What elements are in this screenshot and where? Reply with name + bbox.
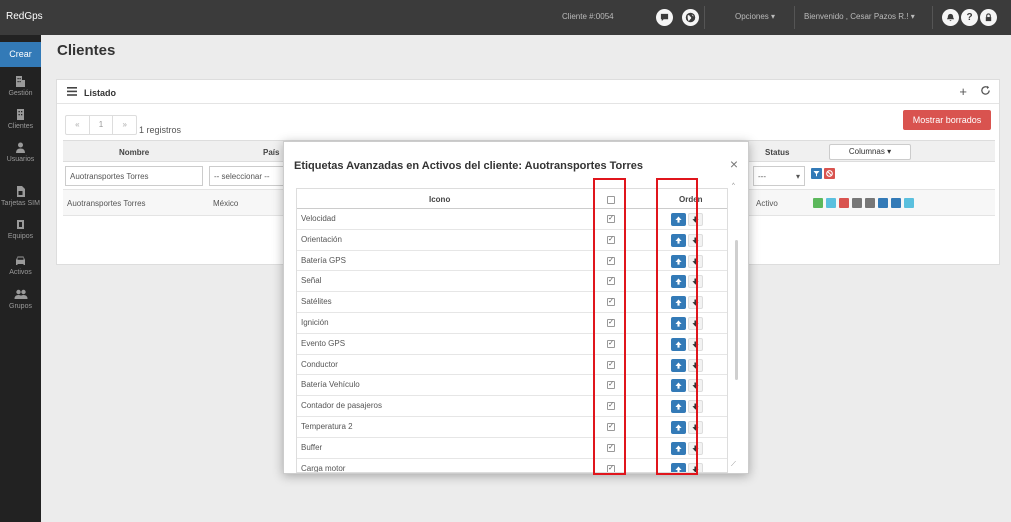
panel-header: Listado + [57,80,999,104]
home-icon[interactable] [839,198,849,208]
view-icon[interactable] [813,198,823,208]
add-icon[interactable]: + [959,84,967,99]
cell-pais: México [213,199,239,208]
highlight-checkbox-column [593,178,626,475]
car-icon [0,254,41,267]
col-status[interactable]: Status [765,148,789,157]
cell-nombre: Auotransportes Torres [67,199,146,208]
pager-prev[interactable]: « [66,116,89,134]
sidebar-item-grupos[interactable]: Grupos [0,288,41,310]
panel-title: Listado [84,88,117,98]
label-name: Batería GPS [301,255,346,265]
separator [704,6,705,29]
col-icono: Icono [429,195,451,204]
card-icon[interactable] [852,198,862,208]
pais-filter-select[interactable]: -- seleccionar -- [209,166,287,186]
modal-title: Etiquetas Avanzadas en Activos del clien… [294,160,644,172]
sim-icon [0,185,41,198]
label-name: Contador de pasajeros [301,401,382,411]
sidebar-item-tarjetas-sim[interactable]: Tarjetas SIM [0,185,41,207]
chat-icon[interactable] [656,9,673,26]
sidebar-item-clientes[interactable]: Clientes [0,108,41,130]
label-name: Velocidad [301,214,336,223]
building-icon [0,75,41,88]
sidebar: Crear Gestión Clientes Usuarios Tarjetas… [0,35,41,522]
status-filter-select[interactable]: --- ▾ [753,166,805,186]
col-pais[interactable]: País [263,148,279,157]
label-name: Temperatura 2 [301,422,353,431]
filter-icon[interactable] [811,168,822,179]
label-name: Satélites [301,297,332,307]
nombre-filter-input[interactable]: Auotransportes Torres [65,166,203,186]
building-icon [0,108,41,121]
sidebar-item-activos[interactable]: Activos [0,254,41,276]
user-icon [0,141,41,154]
records-count: 1 registros [139,125,182,135]
label-name: Batería Vehículo [301,380,360,390]
user-menu[interactable]: Bienvenido , Cesar Pazos R.! ▾ [804,12,915,21]
modal-scrollbar[interactable]: ^ ⟋ [731,183,741,468]
separator [794,6,795,29]
brand-logo[interactable]: RedGps [6,11,43,22]
label-name: Evento GPS [301,338,346,348]
page-title: Clientes [57,42,116,59]
client-number: Cliente #:0054 [562,12,614,21]
separator [932,6,933,29]
show-deleted-button[interactable]: Mostrar borrados [903,110,991,130]
globe-icon[interactable] [682,9,699,26]
bell-icon[interactable] [942,9,959,26]
pagination: « 1 » [65,115,137,135]
cell-status: Activo [756,199,778,208]
lock-icon[interactable] [980,9,997,26]
settings-icon[interactable] [865,198,875,208]
tag-icon[interactable] [878,198,888,208]
sidebar-item-equipos[interactable]: Equipos [0,218,41,240]
clear-filter-icon[interactable] [824,168,835,179]
pager-next[interactable]: » [113,116,136,134]
col-nombre[interactable]: Nombre [119,148,149,157]
label-name: Ignición [301,318,329,327]
label-name: Conductor [301,359,338,369]
refresh-icon[interactable] [980,85,991,98]
group-icon [0,288,41,301]
label-name: Señal [301,276,322,286]
top-navbar: RedGps Cliente #:0054 Opciones ▾ Bienven… [0,0,1011,35]
scrollbar-thumb[interactable] [735,240,738,380]
chip-icon [0,218,41,231]
edit-icon[interactable] [826,198,836,208]
label-name: Buffer [301,442,323,452]
headset-icon[interactable] [904,198,914,208]
create-button[interactable]: Crear [0,42,41,67]
label-name: Orientación [301,234,342,244]
sidebar-item-gestion[interactable]: Gestión [0,75,41,97]
highlight-orden-column [656,178,698,475]
resize-handle[interactable]: ⟋ [731,461,736,469]
pager-page[interactable]: 1 [88,116,114,134]
columns-button[interactable]: Columnas ▾ [829,144,911,160]
sidebar-item-usuarios[interactable]: Usuarios [0,141,41,163]
close-icon[interactable]: × [730,156,738,172]
scroll-up-arrow[interactable]: ^ [732,183,735,189]
help-icon[interactable]: ? [961,9,978,26]
options-menu[interactable]: Opciones ▾ [735,12,775,21]
label-name: Carga motor [301,463,346,473]
bus-icon[interactable] [891,198,901,208]
list-icon [67,87,77,98]
